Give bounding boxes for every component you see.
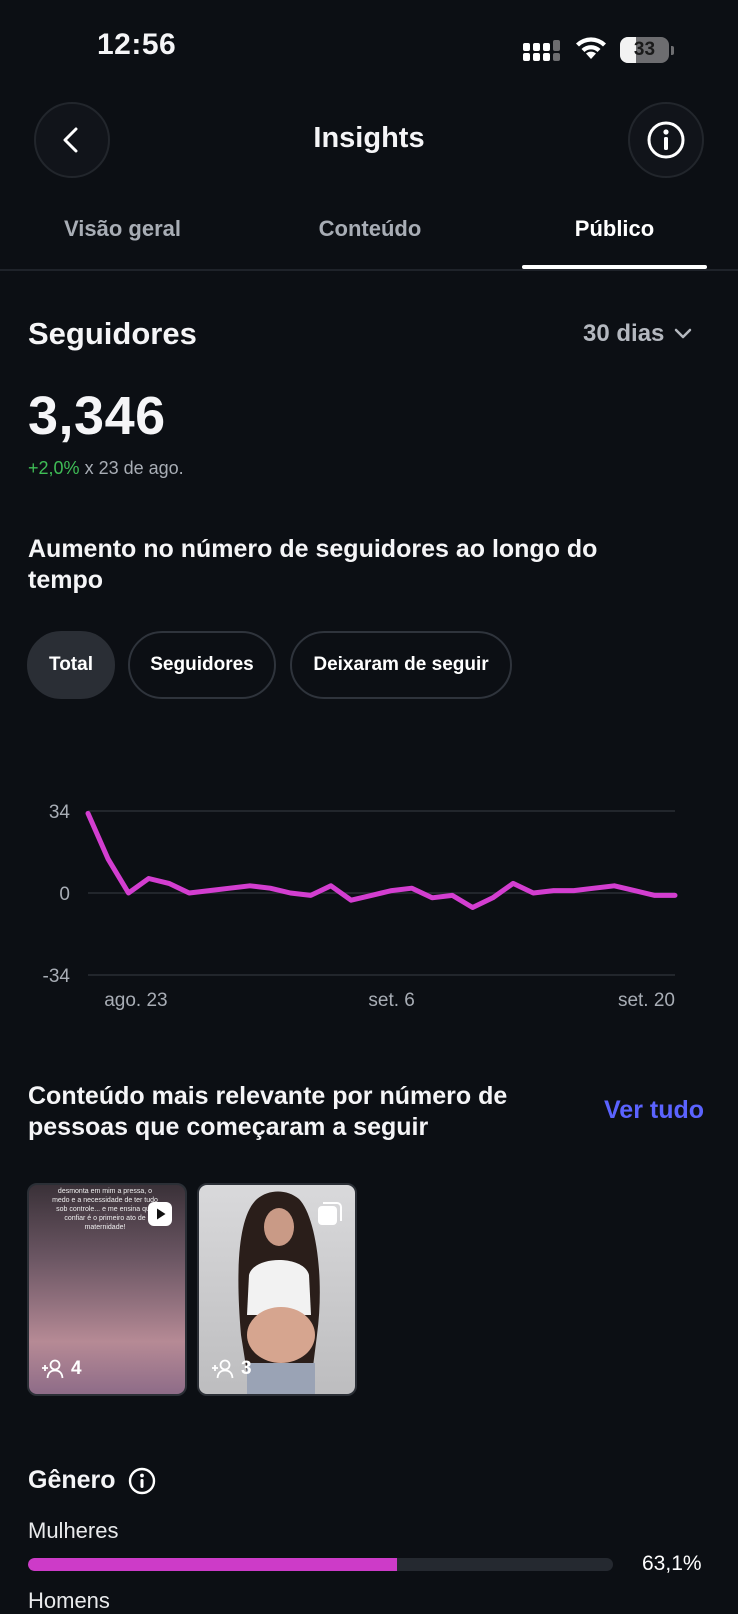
battery-percentage: 33 [633,39,656,60]
gender-heading-label: Gênero [28,1466,116,1494]
tab-divider [0,269,738,271]
cellular-signal-icon [523,40,560,61]
growth-percentage: +2,0% [28,458,80,478]
period-label: 30 dias [583,320,665,347]
see-all-link[interactable]: Ver tudo [604,1096,704,1125]
followers-growth-chart: 34 0 -34 ago. 23 set. 6 set. 20 [43,802,678,1011]
gender-heading: Gênero [28,1466,156,1495]
gender-women-bar-fill [28,1558,398,1571]
content-thumbnail-reel[interactable]: desmonta em mim a pressa, o medo e a nec… [27,1183,187,1396]
chart-x-tick-label: ago. 23 [104,990,167,1011]
filter-chip-unfollowed[interactable]: Deixaram de seguir [290,631,512,699]
play-icon [148,1202,172,1226]
gender-men-label: Homens [28,1588,110,1613]
chart-y-tick-label: 34 [49,802,71,823]
growth-summary: +2,0% x 23 de ago. [28,458,184,479]
info-icon[interactable] [128,1467,156,1495]
add-person-icon [212,1359,234,1379]
growth-since: x 23 de ago. [84,458,184,478]
battery-indicator: 33 [620,37,674,63]
gender-women-bar [28,1558,613,1571]
info-icon [647,121,685,159]
gender-women-label: Mulheres [28,1518,119,1543]
info-button[interactable] [628,102,704,178]
relevant-content-heading: Conteúdo mais relevante por número de pe… [28,1082,508,1141]
status-time: 12:56 [97,28,177,61]
chart-y-tick-label: -34 [43,966,71,987]
gender-women-percentage: 63,1% [642,1552,702,1575]
content-thumbnail-carousel[interactable]: 3 [197,1183,357,1396]
tab-overview[interactable]: Visão geral [30,216,215,242]
wifi-icon [576,37,606,59]
followers-count: 3,346 [28,386,166,446]
active-tab-indicator [522,265,707,269]
filter-chip-followers[interactable]: Seguidores [128,631,276,699]
follows-count-value: 4 [71,1358,82,1379]
chart-x-tick-label: set. 20 [618,990,675,1011]
tab-audience[interactable]: Público [522,216,707,242]
chart-x-tick-label: set. 6 [368,990,414,1011]
growth-chart-heading: Aumento no número de seguidores ao longo… [28,535,598,594]
follows-count: 4 [41,1358,82,1380]
add-person-icon [42,1359,64,1379]
thumbnail-caption: desmonta em mim a pressa, o medo e a nec… [52,1188,158,1231]
filter-chip-total[interactable]: Total [27,631,115,699]
chevron-down-icon [675,328,692,339]
follows-count-value: 3 [241,1358,252,1379]
follows-count: 3 [211,1358,252,1380]
followers-heading: Seguidores [28,316,197,351]
carousel-icon [318,1202,342,1225]
period-dropdown[interactable]: 30 dias [583,320,692,348]
tab-content[interactable]: Conteúdo [270,216,470,242]
chart-y-tick-label: 0 [59,884,70,905]
